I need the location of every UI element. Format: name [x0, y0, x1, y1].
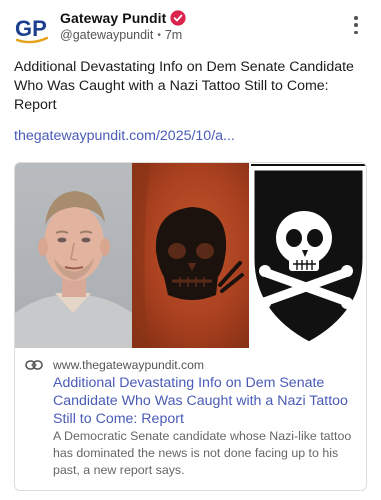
verified-badge-icon [170, 10, 187, 26]
more-dot [354, 23, 358, 27]
meta-separator: • [157, 29, 161, 41]
card-title[interactable]: Additional Devastating Info on Dem Senat… [53, 374, 361, 428]
preview-image-emblem [249, 163, 366, 348]
post-link[interactable]: thegatewaypundit.com/2025/10/a... [14, 128, 369, 144]
preview-image-tattoo [132, 163, 249, 348]
post-time[interactable]: 7m [165, 28, 182, 42]
more-dot [354, 30, 358, 34]
card-description: A Democratic Senate candidate whose Nazi… [53, 429, 352, 477]
link-preview-card[interactable]: www.thegatewaypundit.com Additional Deva… [14, 162, 367, 491]
post-card: GP Gateway Pundit @gatewaypundit • 7m Ad… [0, 0, 381, 500]
author-name-row: Gateway Pundit [60, 9, 187, 27]
author-name[interactable]: Gateway Pundit [60, 10, 166, 26]
post-text: Additional Devastating Info on Dem Senat… [14, 59, 354, 113]
author-handle[interactable]: @gatewaypundit [60, 28, 153, 42]
link-preview-info: www.thegatewaypundit.com Additional Deva… [15, 348, 366, 490]
gp-logo-icon: GP [15, 16, 49, 44]
preview-image-portrait [15, 163, 132, 348]
svg-text:GP: GP [15, 16, 47, 41]
author-avatar[interactable]: GP [14, 10, 50, 46]
link-icon [25, 359, 43, 371]
link-preview-images [15, 163, 366, 348]
author-meta: @gatewaypundit • 7m [60, 28, 182, 42]
more-options-button[interactable] [348, 14, 364, 36]
card-domain: www.thegatewaypundit.com [53, 358, 205, 372]
more-vertical-icon [354, 16, 358, 20]
